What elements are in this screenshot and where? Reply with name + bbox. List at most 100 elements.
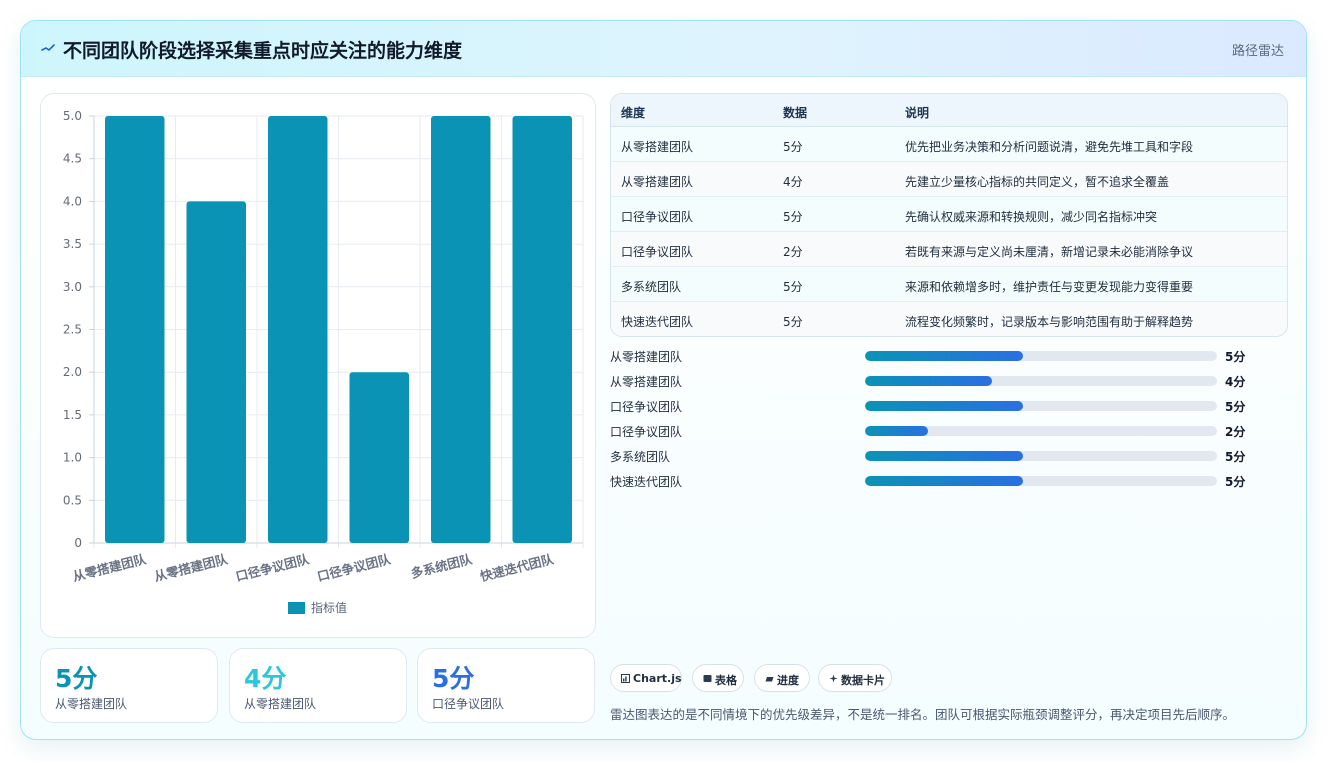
bar: [431, 116, 491, 543]
table-row: 口径争议团队 5分 先确认权威来源和转换规则，减少同名指标冲突: [611, 197, 1287, 232]
chart-icon: [621, 674, 630, 683]
cell-data: 5分: [783, 140, 803, 154]
data-table: 维度 数据 说明 从零搭建团队 5分 优先把业务决策和分析问题说清，避免先堆工具…: [610, 93, 1288, 337]
progress-label: 口径争议团队: [610, 425, 683, 439]
y-tick-label: 4.0: [63, 194, 82, 208]
progress-fill: [865, 401, 1024, 411]
cell-data: 5分: [783, 210, 803, 224]
y-tick-label: 2.0: [63, 365, 82, 379]
y-tick-label: 4.5: [63, 152, 82, 166]
chip-data-cards[interactable]: 数据卡片: [818, 664, 892, 692]
cell-description: 先建立少量核心指标的共同定义，暂不追求全覆盖: [905, 175, 1170, 189]
stat-card-2: 4分 从零搭建团队: [229, 648, 407, 723]
progress-track: [865, 376, 1217, 386]
y-tick-label: 3.5: [63, 237, 82, 251]
progress-row: 口径争议团队 5分: [610, 397, 1270, 415]
cell-description: 来源和依赖增多时，维护责任与变更发现能力变得重要: [905, 280, 1194, 294]
chip-progress[interactable]: 进度: [754, 664, 810, 692]
progress-row: 口径争议团队 2分: [610, 422, 1270, 440]
x-tick-label: 口径争议团队: [234, 551, 311, 584]
cell-dimension: 从零搭建团队: [621, 140, 694, 154]
progress-fill: [865, 426, 929, 436]
cell-description: 若既有来源与定义尚未厘清，新增记录未必能消除争议: [905, 245, 1194, 259]
progress-track: [865, 426, 1217, 436]
stat-card-3: 5分 口径争议团队: [417, 648, 595, 723]
progress-icon: [765, 677, 774, 682]
bar: [186, 201, 246, 543]
y-tick-label: 3.0: [63, 280, 82, 294]
y-tick-label: 0.5: [63, 493, 82, 507]
chip-chartjs[interactable]: Chart.js: [610, 664, 682, 692]
progress-fill: [865, 351, 1024, 361]
chip-table[interactable]: 表格: [692, 664, 744, 692]
table-row: 快速迭代团队 5分 流程变化频繁时，记录版本与影响范围有助于解释趋势: [611, 302, 1287, 336]
bar-chart: 0 0.5 1.0 1.5 2.0 2.5 3.0 3.5 4.0 4.5 5.0 从零搭建团队 从零搭…: [63, 109, 584, 615]
cell-dimension: 口径争议团队: [621, 245, 694, 259]
progress-value: 5分: [1225, 475, 1246, 489]
table-row: 多系统团队 5分 来源和依赖增多时，维护责任与变更发现能力变得重要: [611, 267, 1287, 302]
legend-label: 指标值: [311, 600, 347, 615]
page-title: 不同团队阶段选择采集重点时应关注的能力维度: [63, 40, 463, 62]
y-tick-label: 5.0: [63, 109, 82, 123]
table-header: 维度 数据 说明: [611, 94, 1287, 127]
column-header-data: 数据: [783, 106, 808, 120]
progress-row: 从零搭建团队 5分: [610, 347, 1270, 365]
chip-label: 表格: [715, 674, 737, 687]
cell-dimension: 从零搭建团队: [621, 175, 694, 189]
bar: [349, 372, 409, 543]
cell-description: 优先把业务决策和分析问题说清，避免先堆工具和字段: [905, 140, 1194, 154]
table-icon: [703, 675, 712, 682]
cell-description: 先确认权威来源和转换规则，减少同名指标冲突: [905, 210, 1158, 224]
cell-dimension: 快速迭代团队: [621, 315, 694, 329]
sparkle-icon: [829, 674, 838, 683]
progress-value: 5分: [1225, 400, 1246, 414]
footnote: 雷达图表达的是不同情境下的优先级差异，不是统一排名。团队可根据实际瓶颈调整评分，…: [610, 707, 1236, 722]
progress-fill: [865, 451, 1024, 461]
progress-row: 从零搭建团队 4分: [610, 372, 1270, 390]
y-tick-label: 1.5: [63, 408, 82, 422]
header-tag: 路径雷达: [1231, 44, 1284, 59]
stat-value: 5分: [55, 664, 98, 693]
stat-value: 4分: [244, 664, 287, 693]
progress-label: 多系统团队: [610, 450, 671, 464]
progress-track: [865, 451, 1217, 461]
stat-card-1: 5分 从零搭建团队: [40, 648, 218, 723]
progress-value: 5分: [1225, 450, 1246, 464]
column-header-dimension: 维度: [621, 106, 646, 120]
bar-chart-panel: 0 0.5 1.0 1.5 2.0 2.5 3.0 3.5 4.0 4.5 5.0 从零搭建团队 从零搭…: [40, 93, 596, 638]
pulse-icon: [41, 44, 55, 52]
x-tick-label: 快速迭代团队: [479, 551, 556, 584]
cell-data: 4分: [783, 175, 803, 189]
progress-value: 4分: [1225, 375, 1246, 389]
progress-track: [865, 401, 1217, 411]
bar: [268, 116, 328, 543]
x-tick-label: 多系统团队: [409, 551, 474, 581]
progress-row: 快速迭代团队 5分: [610, 472, 1270, 490]
table-row: 口径争议团队 2分 若既有来源与定义尚未厘清，新增记录未必能消除争议: [611, 232, 1287, 267]
legend-swatch: [288, 602, 305, 614]
y-tick-label: 0: [74, 536, 82, 550]
y-tick-label: 2.5: [63, 323, 82, 337]
progress-label: 从零搭建团队: [610, 375, 683, 389]
chip-label: 进度: [777, 674, 799, 687]
stat-label: 口径争议团队: [432, 697, 505, 711]
chip-label: 数据卡片: [841, 674, 885, 687]
x-tick-label: 从零搭建团队: [71, 551, 148, 584]
bar: [512, 116, 572, 543]
stat-value: 5分: [432, 664, 475, 693]
x-tick-label: 从零搭建团队: [153, 551, 230, 584]
cell-data: 2分: [783, 245, 803, 259]
table-row: 从零搭建团队 4分 先建立少量核心指标的共同定义，暂不追求全覆盖: [611, 162, 1287, 197]
x-tick-label: 口径争议团队: [316, 551, 393, 584]
progress-track: [865, 476, 1217, 486]
progress-value: 2分: [1225, 425, 1246, 439]
cell-data: 5分: [783, 315, 803, 329]
cell-data: 5分: [783, 280, 803, 294]
column-header-description: 说明: [905, 106, 930, 120]
progress-label: 口径争议团队: [610, 400, 683, 414]
progress-label: 快速迭代团队: [610, 475, 683, 489]
cell-description: 流程变化频繁时，记录版本与影响范围有助于解释趋势: [905, 315, 1194, 329]
main-card: 不同团队阶段选择采集重点时应关注的能力维度 路径雷达 0 0.5 1.0 1.5 2.0…: [20, 20, 1307, 740]
progress-row: 多系统团队 5分: [610, 447, 1270, 465]
table-row: 从零搭建团队 5分 优先把业务决策和分析问题说清，避免先堆工具和字段: [611, 127, 1287, 162]
